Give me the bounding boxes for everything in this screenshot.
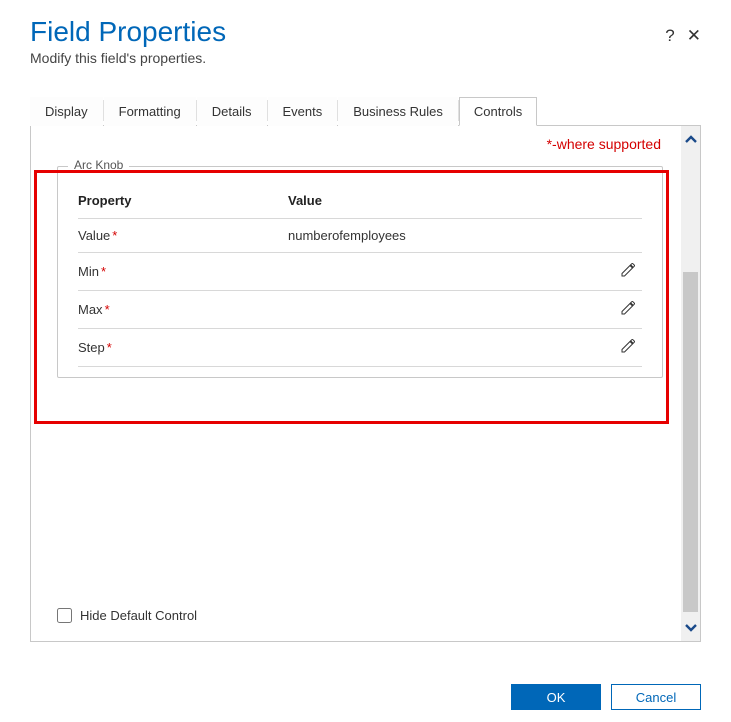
required-marker: * [112, 228, 117, 243]
close-icon[interactable]: ✕ [687, 26, 701, 46]
scrollbar[interactable] [681, 126, 700, 641]
dialog-subtitle: Modify this field's properties. [30, 50, 701, 66]
scroll-thumb[interactable] [683, 272, 698, 612]
fieldset-legend: Arc Knob [68, 158, 129, 172]
tab-events[interactable]: Events [268, 97, 338, 126]
tabs: Display Formatting Details Events Busine… [30, 96, 701, 126]
prop-value [288, 291, 612, 329]
hide-default-checkbox[interactable] [57, 608, 72, 623]
prop-label: Step [78, 340, 105, 355]
col-header-property: Property [78, 185, 288, 219]
scroll-up-icon[interactable] [681, 126, 700, 154]
dialog-footer: OK Cancel [511, 684, 701, 710]
pencil-icon[interactable] [620, 300, 636, 316]
pencil-icon[interactable] [620, 338, 636, 354]
pencil-icon[interactable] [620, 262, 636, 278]
required-marker: * [101, 264, 106, 279]
required-marker: * [107, 340, 112, 355]
dialog-title: Field Properties [30, 16, 701, 48]
table-row: Step* [78, 329, 642, 367]
table-row: Max* [78, 291, 642, 329]
scroll-down-icon[interactable] [681, 613, 700, 641]
property-table: Property Value Value* numberofemployees … [78, 185, 642, 367]
prop-label: Value [78, 228, 110, 243]
hide-default-control[interactable]: Hide Default Control [57, 608, 197, 623]
ok-button[interactable]: OK [511, 684, 601, 710]
help-icon[interactable]: ? [665, 26, 674, 46]
tab-panel: *-where supported Arc Knob Property Valu… [30, 126, 701, 642]
prop-value [288, 329, 612, 367]
col-header-value: Value [288, 185, 612, 219]
tab-business-rules[interactable]: Business Rules [338, 97, 458, 126]
prop-value [288, 253, 612, 291]
table-row: Min* [78, 253, 642, 291]
hide-default-label: Hide Default Control [80, 608, 197, 623]
tab-formatting[interactable]: Formatting [104, 97, 196, 126]
prop-label: Min [78, 264, 99, 279]
where-supported-note: *-where supported [43, 126, 669, 158]
prop-value: numberofemployees [288, 219, 612, 253]
prop-label: Max [78, 302, 103, 317]
tab-controls[interactable]: Controls [459, 97, 537, 126]
arc-knob-fieldset: Arc Knob Property Value Value* numberofe… [57, 166, 663, 378]
tab-details[interactable]: Details [197, 97, 267, 126]
required-marker: * [105, 302, 110, 317]
tab-display[interactable]: Display [30, 97, 103, 126]
cancel-button[interactable]: Cancel [611, 684, 701, 710]
table-row: Value* numberofemployees [78, 219, 642, 253]
